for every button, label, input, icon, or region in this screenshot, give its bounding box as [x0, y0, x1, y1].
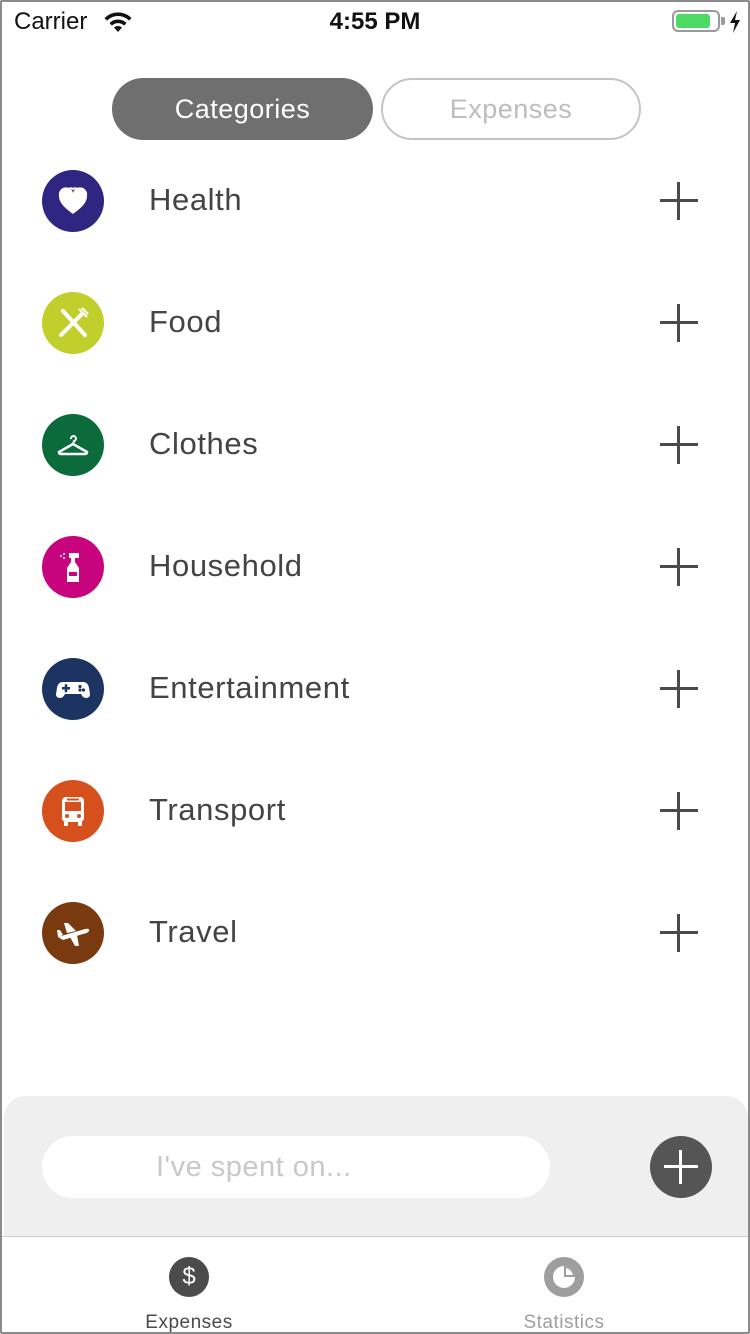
category-label: Food [149, 304, 223, 339]
category-row-clothes[interactable]: Clothes [2, 384, 748, 506]
pie-chart-glyph [553, 1266, 575, 1288]
add-food-expense-button[interactable] [660, 304, 698, 342]
category-row-travel[interactable]: Travel [2, 872, 748, 994]
bus-icon [62, 797, 84, 826]
charging-bolt-icon [730, 11, 740, 33]
category-label: Health [149, 182, 243, 217]
add-health-expense-button[interactable] [660, 182, 698, 220]
gamepad-icon [56, 682, 90, 698]
category-row-transport[interactable]: Transport [2, 750, 748, 872]
view-segmented-control: Categories Expenses [112, 78, 642, 140]
spent-on-input[interactable] [42, 1136, 550, 1198]
tab-statistics-label: Statistics [523, 1312, 605, 1333]
pie-chart-icon [544, 1257, 584, 1297]
category-icon-entertainment [42, 658, 104, 720]
heart-icon [58, 187, 88, 214]
category-icon-travel [42, 902, 104, 964]
category-row-health[interactable]: Health [2, 140, 748, 262]
dollar-icon: $ [169, 1257, 209, 1297]
fork-knife-icon [59, 307, 89, 337]
app-screen: Carrier 4:55 PM Categories Expenses Heal… [0, 0, 750, 1334]
tab-statistics[interactable]: Statistics [464, 1237, 664, 1333]
category-icon-clothes [42, 414, 104, 476]
status-time: 4:55 PM [329, 8, 421, 35]
category-label: Household [149, 548, 303, 583]
segment-expenses[interactable]: Expenses [381, 78, 641, 140]
tab-expenses-label: Expenses [145, 1312, 233, 1333]
tab-bar: $ Expenses Statistics [2, 1236, 748, 1333]
add-travel-expense-button[interactable] [660, 914, 698, 952]
segment-categories[interactable]: Categories [112, 78, 373, 140]
category-row-household[interactable]: Household [2, 506, 748, 628]
add-expense-button[interactable] [650, 1136, 712, 1198]
category-label: Transport [149, 792, 286, 827]
battery-level [676, 14, 710, 28]
category-label: Entertainment [149, 670, 350, 705]
category-icon-transport [42, 780, 104, 842]
airplane-icon [57, 923, 90, 946]
hanger-icon [57, 435, 89, 456]
battery-tip [721, 17, 725, 25]
status-bar: Carrier 4:55 PM [2, 2, 748, 42]
category-label: Travel [149, 914, 238, 949]
tab-expenses[interactable]: $ Expenses [89, 1237, 289, 1333]
category-icon-household [42, 536, 104, 598]
add-clothes-expense-button[interactable] [660, 426, 698, 464]
battery-icon [672, 10, 720, 32]
category-label: Clothes [149, 426, 259, 461]
spray-bottle-icon [60, 553, 79, 582]
category-icon-food [42, 292, 104, 354]
category-row-food[interactable]: Food [2, 262, 748, 384]
expense-input-bar [4, 1096, 748, 1236]
add-entertainment-expense-button[interactable] [660, 670, 698, 708]
category-icon-health [42, 170, 104, 232]
add-household-expense-button[interactable] [660, 548, 698, 586]
category-row-entertainment[interactable]: Entertainment [2, 628, 748, 750]
add-transport-expense-button[interactable] [660, 792, 698, 830]
